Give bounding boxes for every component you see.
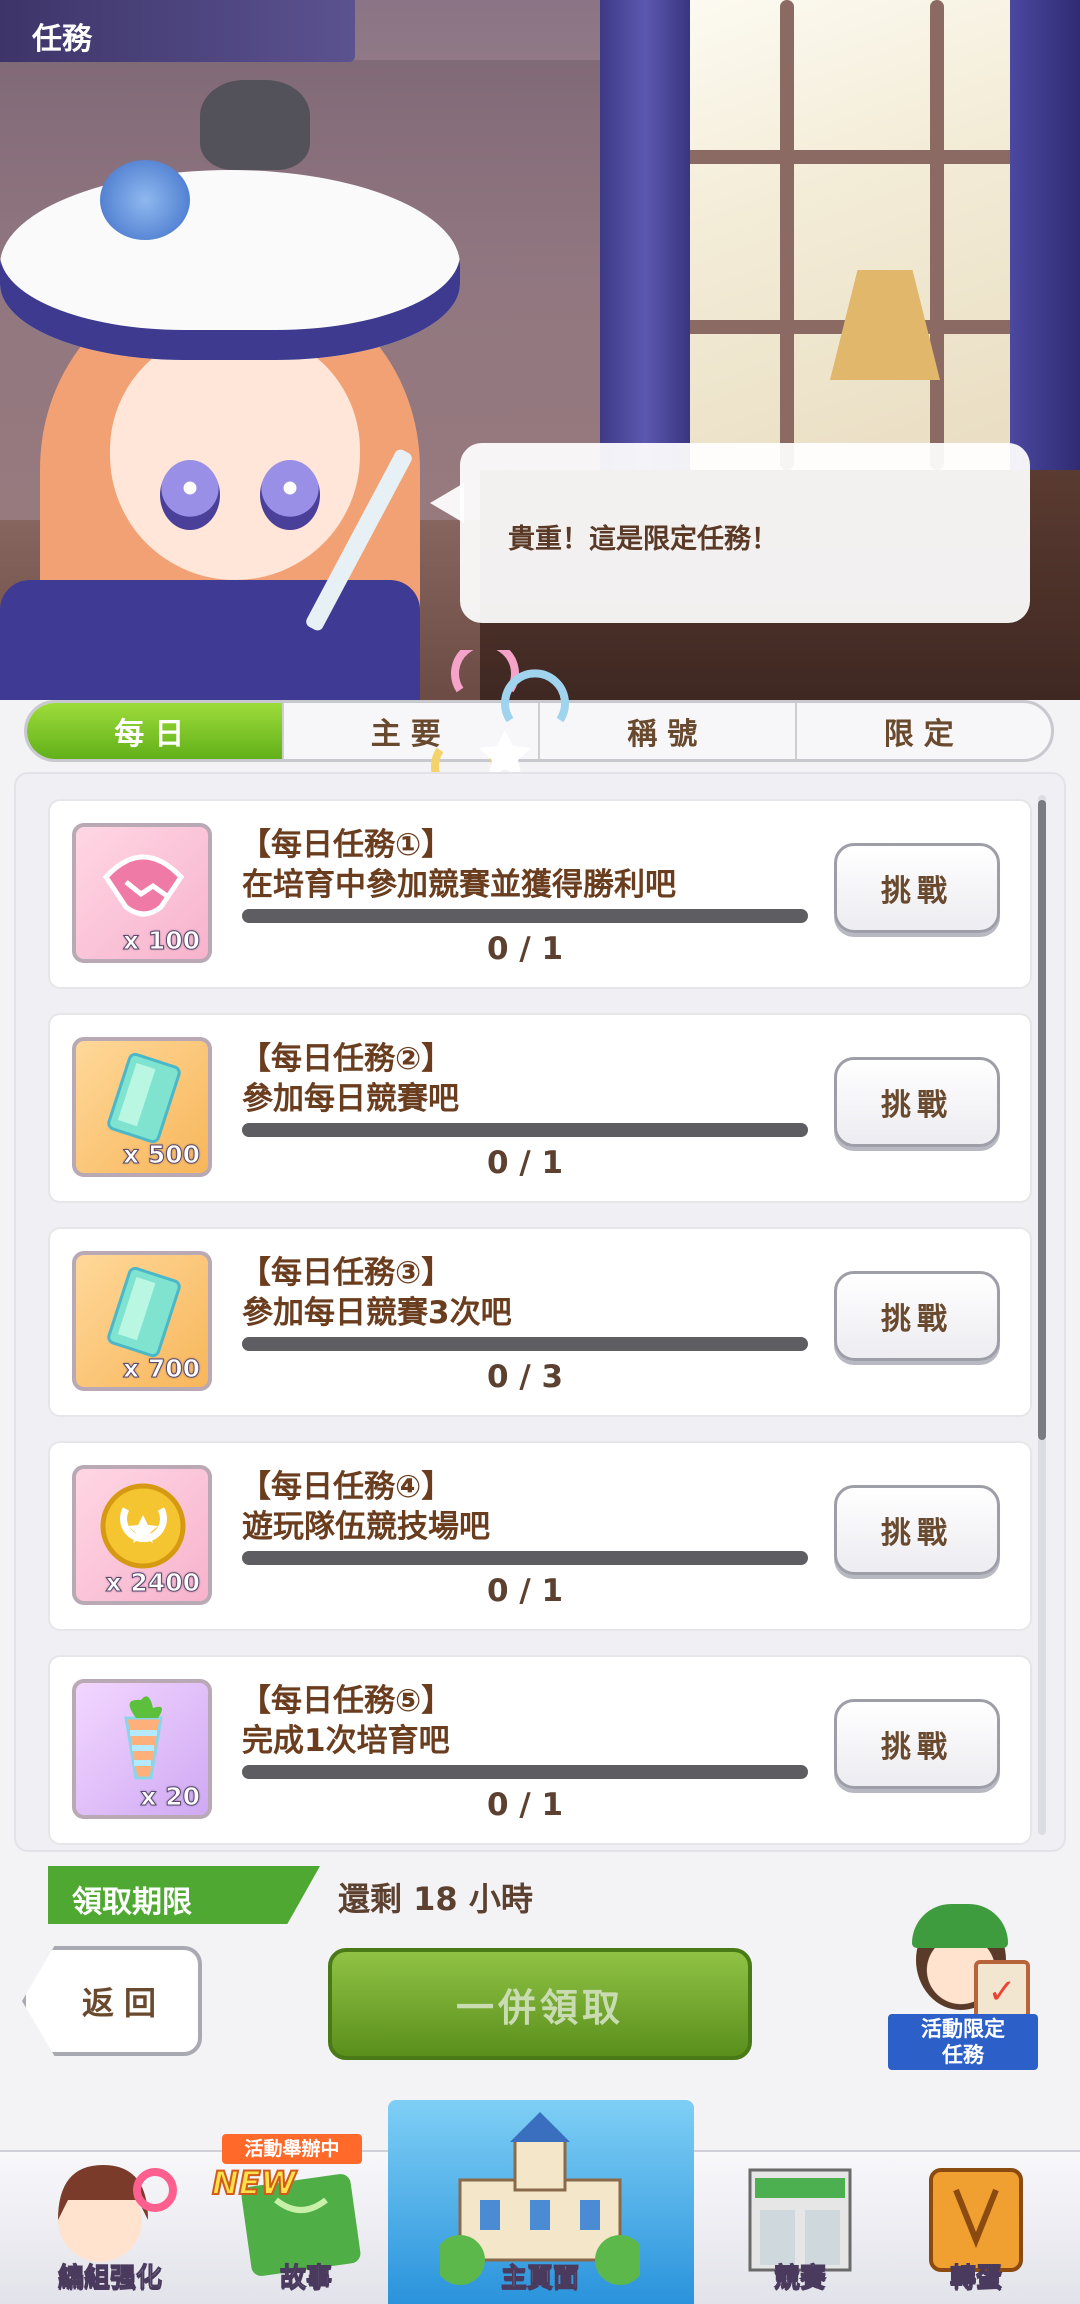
mission-description: 參加每日競賽3次吧 (242, 1295, 512, 1331)
progress-bar (242, 1123, 808, 1137)
speech-bubble: 貴重！這是限定任務！ (430, 443, 1030, 623)
reward-box: x 500 (72, 1037, 212, 1177)
progress-text: 0 / 1 (486, 1573, 564, 1609)
progress-bar (242, 1765, 808, 1779)
reward-quantity: x 500 (122, 1140, 200, 1170)
nav-label: 競賽 (773, 2263, 826, 2294)
claim-all-button[interactable]: 一併領取 (328, 1948, 752, 2060)
new-badge: NEW (211, 2163, 297, 2203)
challenge-button[interactable]: 挑戰 (834, 1485, 1000, 1575)
header-scene: 貴重！這是限定任務！ (0, 0, 1080, 700)
mission-title: 【每日任務③】 (240, 1255, 453, 1291)
reward-quantity: x 2400 (105, 1568, 200, 1598)
crystal-ticket-icon (107, 1052, 181, 1144)
limited-missions-label: 活動限定 任務 (888, 2014, 1038, 2070)
mission-item: x 100 【每日任務①】 在培育中參加競賽並獲得勝利吧 0 / 1 挑戰 (48, 799, 1032, 989)
mission-title: 【每日任務①】 (240, 827, 453, 863)
mission-title: 【每日任務②】 (240, 1041, 453, 1077)
progress-text: 0 / 1 (486, 931, 564, 967)
limited-missions-button[interactable]: ✓ 活動限定 任務 (888, 1904, 1038, 2074)
deadline-remaining: 還剩 18 小時 (338, 1880, 533, 1918)
rose-icon (100, 160, 190, 240)
deadline-label: 領取期限 (48, 1866, 320, 1924)
page-title: 任務 (0, 0, 355, 62)
reward-quantity: x 100 (122, 926, 200, 956)
speech-text: 貴重！這是限定任務！ (508, 524, 778, 555)
progress-bar (242, 1337, 808, 1351)
progress-text: 0 / 3 (486, 1359, 564, 1395)
mission-description: 在培育中參加競賽並獲得勝利吧 (242, 867, 676, 903)
tab-limited[interactable]: 限定 (794, 703, 1052, 759)
cat-icon (200, 80, 310, 170)
mission-item: x 20 【每日任務⑤】 完成1次培育吧 0 / 1 挑戰 (48, 1655, 1032, 1845)
rainbow-carrot-icon (124, 1696, 163, 1780)
nav-label: 故事 (279, 2263, 332, 2294)
mission-title: 【每日任務⑤】 (240, 1683, 453, 1719)
nav-label: 主頁面 (500, 2263, 579, 2294)
tab-daily[interactable]: 每日 (27, 703, 282, 759)
back-button[interactable]: 返回 (22, 1946, 202, 2056)
mission-description: 參加每日競賽吧 (242, 1081, 459, 1117)
progress-bar (242, 909, 808, 923)
mission-item: x 700 【每日任務③】 參加每日競賽3次吧 0 / 3 挑戰 (48, 1227, 1032, 1417)
curtain-left (600, 0, 690, 470)
progress-text: 0 / 1 (486, 1787, 564, 1823)
nav-item-home[interactable]: 主頁面 (440, 2100, 640, 2304)
handshake-icon (102, 854, 185, 917)
reward-quantity: x 20 (140, 1782, 201, 1812)
nav-item-team[interactable]: 編組强化 (10, 2150, 210, 2304)
nav-label: 轉蛋 (949, 2263, 1002, 2294)
nav-item-gacha[interactable]: 轉蛋 (876, 2150, 1076, 2304)
crystal-ticket-icon (107, 1266, 181, 1358)
curtain-right (1010, 0, 1080, 470)
mission-title: 【每日任務④】 (240, 1469, 453, 1505)
challenge-button[interactable]: 挑戰 (834, 843, 1000, 933)
reward-box: x 700 (72, 1251, 212, 1391)
event-badge: 活動舉辦中 (222, 2134, 362, 2164)
mission-description: 完成1次培育吧 (242, 1723, 450, 1759)
reward-box: x 2400 (72, 1465, 212, 1605)
progress-bar (242, 1551, 808, 1565)
character-illustration (0, 80, 480, 700)
reward-quantity: x 700 (122, 1354, 200, 1384)
scrollbar-thumb[interactable] (1038, 800, 1046, 1440)
challenge-button[interactable]: 挑戰 (834, 1057, 1000, 1147)
mission-description: 遊玩隊伍競技場吧 (242, 1509, 490, 1545)
mission-item: x 500 【每日任務②】 參加每日競賽吧 0 / 1 挑戰 (48, 1013, 1032, 1203)
nav-label: 編組强化 (57, 2263, 162, 2294)
mission-item: x 2400 【每日任務④】 遊玩隊伍競技場吧 0 / 1 挑戰 (48, 1441, 1032, 1631)
reward-box: x 100 (72, 823, 212, 963)
challenge-button[interactable]: 挑戰 (834, 1271, 1000, 1361)
challenge-button[interactable]: 挑戰 (834, 1699, 1000, 1789)
gold-coin-icon (100, 1483, 186, 1569)
progress-text: 0 / 1 (486, 1145, 564, 1181)
reward-box: x 20 (72, 1679, 212, 1819)
nav-item-race[interactable]: 競賽 (700, 2150, 900, 2304)
